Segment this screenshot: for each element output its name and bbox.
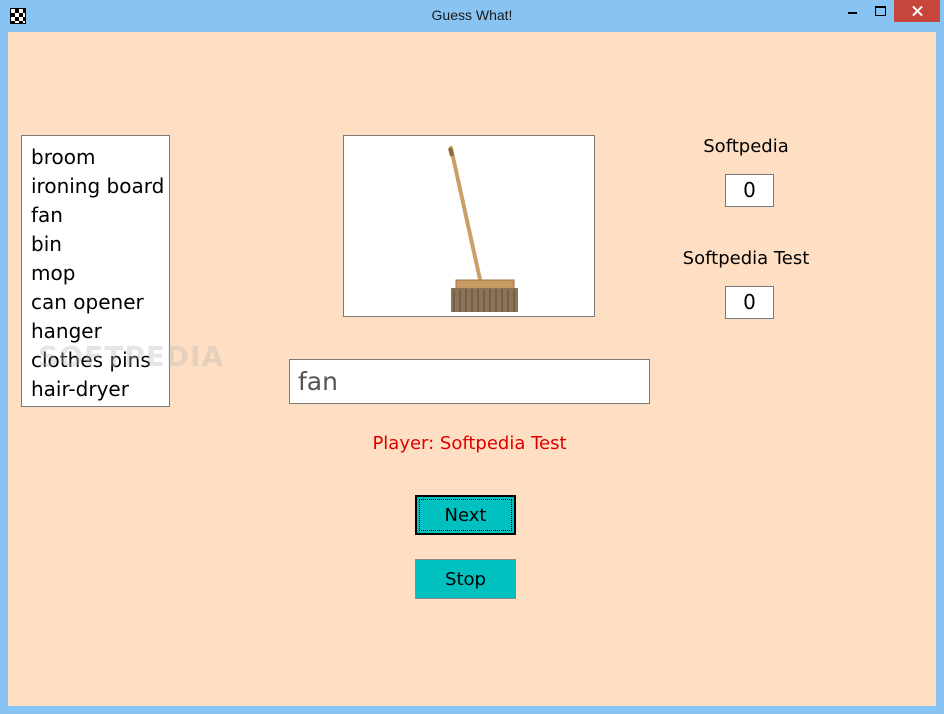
- list-item[interactable]: mop: [31, 259, 169, 288]
- current-player-label: Player: Softpedia Test: [372, 433, 567, 454]
- broom-icon: [448, 146, 518, 312]
- title-bar[interactable]: Guess What!: [0, 0, 944, 32]
- list-item[interactable]: hair-dryer: [31, 375, 169, 404]
- next-button[interactable]: Next: [415, 495, 516, 535]
- list-item[interactable]: hanger: [31, 317, 169, 346]
- list-item[interactable]: fan: [31, 201, 169, 230]
- list-item[interactable]: can opener: [31, 288, 169, 317]
- close-button[interactable]: [894, 0, 940, 22]
- maximize-button[interactable]: [866, 0, 894, 22]
- player-2-name: Softpedia Test: [682, 248, 810, 269]
- list-item[interactable]: broom: [31, 143, 169, 172]
- player-1-score: 0: [725, 174, 774, 207]
- minimize-button[interactable]: [836, 0, 866, 22]
- word-list[interactable]: broom ironing board fan bin mop can open…: [21, 135, 170, 407]
- list-item[interactable]: clothes pins: [31, 346, 169, 375]
- stop-button[interactable]: Stop: [415, 559, 516, 599]
- player-1-name: Softpedia: [703, 136, 789, 157]
- player-2-score: 0: [725, 286, 774, 319]
- window-title: Guess What!: [431, 7, 513, 23]
- picture-box: [343, 135, 595, 317]
- list-item[interactable]: ironing board: [31, 172, 169, 201]
- answer-input[interactable]: [289, 359, 650, 404]
- game-area: broom ironing board fan bin mop can open…: [8, 32, 936, 706]
- list-item[interactable]: bin: [31, 230, 169, 259]
- app-window: Guess What! broom ironing board fan bin …: [0, 0, 944, 714]
